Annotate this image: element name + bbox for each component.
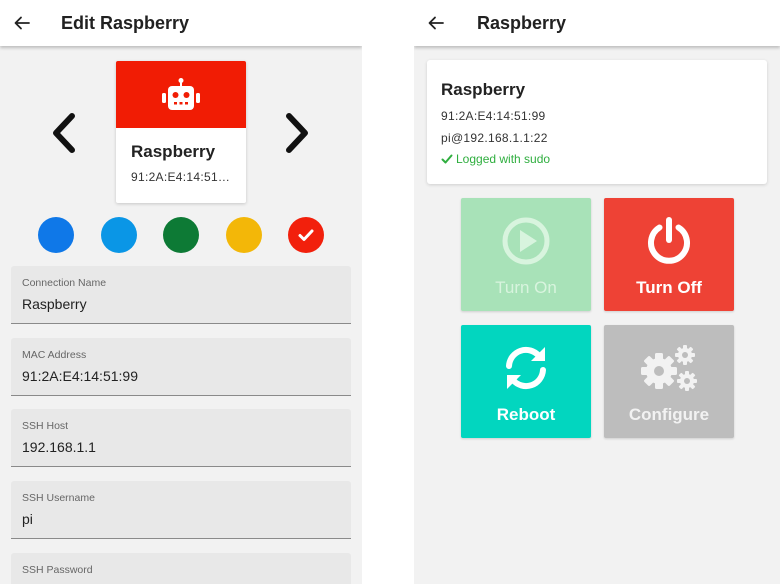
field-label: MAC Address — [22, 349, 87, 361]
ssh-username-field[interactable]: SSH Username pi — [11, 481, 351, 539]
device-card-header — [116, 61, 246, 128]
color-swatch-light-blue[interactable] — [101, 217, 137, 253]
color-swatch-blue[interactable] — [38, 217, 74, 253]
device-name: Raspberry — [441, 80, 526, 99]
device-host: pi@192.168.1.1:22 — [441, 131, 548, 145]
connection-name-field[interactable]: Connection Name Raspberry — [11, 266, 351, 324]
page-title: Raspberry — [477, 12, 567, 33]
turn-on-button[interactable]: Turn On — [461, 198, 591, 311]
color-swatch-yellow[interactable] — [226, 217, 262, 253]
device-info-card: Raspberry 91:2A:E4:14:51:99 pi@192.168.1… — [427, 60, 767, 184]
device-card[interactable]: Raspberry 91:2A:E4:14:51… — [116, 61, 246, 203]
ssh-host-field[interactable]: SSH Host 192.168.1.1 — [11, 409, 351, 467]
color-swatch-red[interactable] — [288, 217, 324, 253]
field-value: 192.168.1.1 — [22, 439, 96, 455]
ssh-password-field[interactable]: SSH Password — [11, 553, 351, 584]
field-value: Raspberry — [22, 296, 87, 312]
color-picker — [0, 217, 362, 253]
device-card-name: Raspberry — [131, 142, 216, 161]
sudo-status: Logged with sudo — [441, 152, 550, 166]
sudo-status-text: Logged with sudo — [456, 152, 551, 166]
field-label: SSH Username — [22, 492, 95, 504]
edit-screen: Edit Raspberry Raspberry 91:2A:E4:14:51… — [0, 0, 362, 584]
robot-icon — [162, 77, 200, 110]
field-label: Connection Name — [22, 277, 107, 289]
field-label: SSH Host — [22, 420, 69, 432]
play-circle-icon — [502, 217, 550, 265]
back-arrow-icon[interactable] — [426, 13, 446, 33]
power-icon — [648, 217, 690, 264]
chevron-right-icon[interactable] — [281, 111, 313, 155]
field-value: pi — [22, 511, 33, 527]
device-mac: 91:2A:E4:14:51:99 — [441, 109, 546, 123]
turn-on-label: Turn On — [495, 278, 557, 297]
refresh-icon — [506, 346, 546, 390]
app-bar: Edit Raspberry — [0, 0, 362, 46]
page-title: Edit Raspberry — [61, 12, 190, 33]
field-value: 91:2A:E4:14:51:99 — [22, 368, 138, 384]
checkmark-icon — [298, 229, 314, 241]
device-card-mac: 91:2A:E4:14:51… — [131, 170, 231, 184]
color-swatch-green[interactable] — [163, 217, 199, 253]
cogs-icon — [641, 345, 697, 391]
back-arrow-icon[interactable] — [12, 13, 32, 33]
device-screen: Raspberry Raspberry 91:2A:E4:14:51:99 pi… — [414, 0, 780, 584]
configure-button[interactable]: Configure — [604, 325, 734, 438]
chevron-left-icon[interactable] — [48, 111, 80, 155]
field-label: SSH Password — [22, 564, 93, 576]
app-bar: Raspberry — [414, 0, 780, 46]
configure-label: Configure — [628, 405, 710, 424]
reboot-label: Reboot — [496, 405, 556, 424]
turn-off-label: Turn Off — [636, 278, 702, 297]
mac-address-field[interactable]: MAC Address 91:2A:E4:14:51:99 — [11, 338, 351, 396]
reboot-button[interactable]: Reboot — [461, 325, 591, 438]
turn-off-button[interactable]: Turn Off — [604, 198, 734, 311]
check-icon — [441, 154, 453, 164]
